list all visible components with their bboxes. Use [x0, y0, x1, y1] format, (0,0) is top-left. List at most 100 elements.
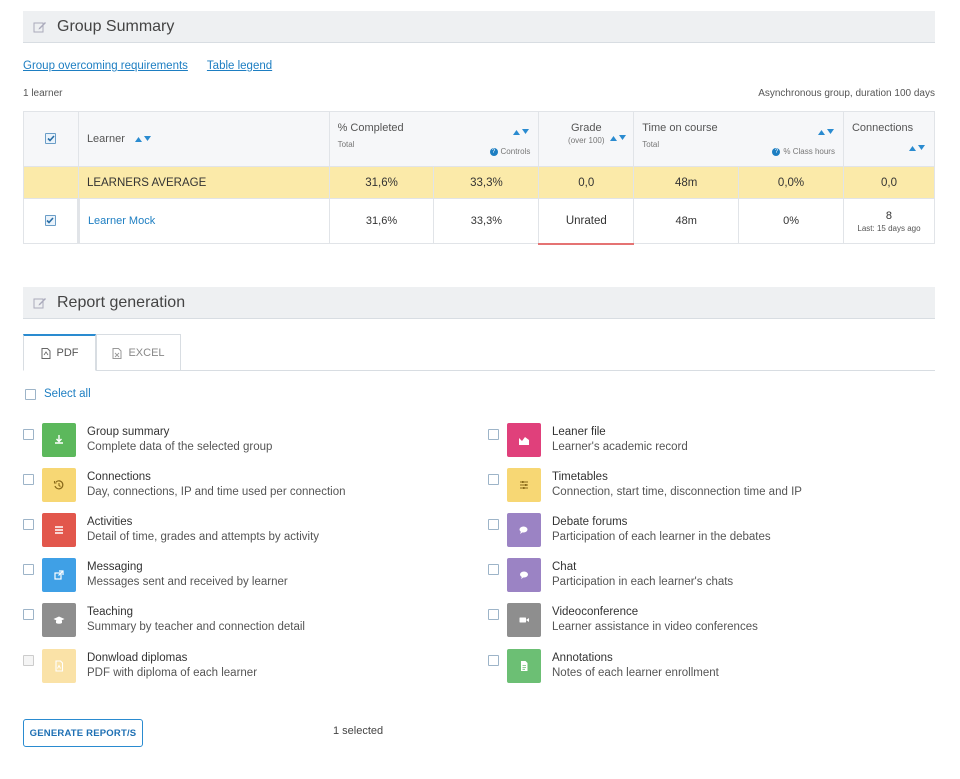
list-item[interactable]: Teaching Summary by teacher and connectio… — [23, 603, 305, 637]
report-checkbox[interactable] — [23, 609, 34, 620]
sort-icon[interactable] — [908, 144, 926, 152]
average-row: LEARNERS AVERAGE 31,6% 33,3% 0,0 48m 0,0… — [23, 166, 936, 199]
table-row: Learner Mock 31,6% 33,3% Unrated 48m 0% … — [23, 198, 936, 245]
sort-icon[interactable] — [609, 134, 627, 142]
report-checkbox[interactable] — [23, 474, 34, 485]
report-checkbox[interactable] — [488, 655, 499, 666]
chat-icon — [520, 571, 528, 579]
tab-pdf[interactable]: PDF — [23, 334, 96, 371]
learner-select-cell — [23, 198, 79, 244]
report-checkbox[interactable] — [23, 655, 34, 666]
report-checkbox[interactable] — [488, 609, 499, 620]
select-all-reports[interactable]: Select all — [25, 388, 91, 400]
list-item[interactable]: Messaging Messages sent and received by l… — [23, 558, 288, 592]
report-description: Notes of each learner enrollment — [552, 667, 719, 679]
average-select-cell — [23, 166, 79, 199]
list-item[interactable]: Debate forums Participation of each learn… — [488, 513, 771, 547]
select-all-learners-checkbox[interactable] — [45, 133, 57, 144]
help-icon[interactable]: ? — [772, 147, 781, 156]
sort-icon[interactable] — [134, 135, 152, 143]
list-item[interactable]: Annotations Notes of each learner enrollm… — [488, 649, 719, 683]
report-title: Videoconference — [552, 606, 639, 618]
report-text: Activities Detail of time, grades and att… — [87, 515, 319, 545]
tab-pdf-label: PDF — [56, 347, 79, 359]
report-checkbox[interactable] — [23, 564, 34, 575]
download-icon — [55, 435, 63, 444]
report-text: Teaching Summary by teacher and connectio… — [87, 605, 305, 635]
report-badge — [507, 603, 541, 637]
report-badge — [42, 558, 76, 592]
pdf-file-icon — [55, 660, 64, 672]
completed-header[interactable]: % Completed Total ? Controls — [328, 111, 540, 167]
list-item[interactable]: Connections Day, connections, IP and time… — [23, 468, 345, 502]
list-item[interactable]: Group summary Complete data of the select… — [23, 423, 272, 457]
report-checkbox[interactable] — [23, 519, 34, 530]
report-title: Timetables — [552, 471, 608, 483]
video-camera-icon — [519, 617, 529, 623]
group-summary-title: Group Summary — [57, 17, 175, 35]
report-description: Learner's academic record — [552, 441, 688, 453]
completed-header-label: % Completed — [337, 122, 404, 134]
selected-count: 1 selected — [333, 725, 384, 737]
connections-header[interactable]: Connections — [842, 111, 936, 167]
list-item[interactable]: Leaner file Learner's academic record — [488, 423, 688, 457]
learner-header[interactable]: Learner — [77, 111, 330, 167]
report-text: Donwload diplomas PDF with diploma of eac… — [87, 651, 257, 681]
learner-time-class: 0% — [738, 198, 844, 244]
area-chart-icon — [519, 437, 529, 445]
report-title: Connections — [87, 471, 151, 483]
learner-connections-cell: 8 Last: 15 days ago — [842, 198, 936, 244]
report-description: Messages sent and received by learner — [87, 576, 288, 588]
report-description: Participation of each learner in the deb… — [552, 531, 771, 543]
report-generation-header: Report generation — [23, 287, 935, 319]
tab-excel-label: EXCEL — [128, 347, 165, 359]
summary-links: Group overcoming requirements Table lege… — [23, 60, 288, 72]
report-title: Chat — [552, 561, 577, 573]
group-requirements-link[interactable]: Group overcoming requirements — [23, 60, 188, 72]
select-all-learners-cell — [23, 111, 79, 167]
report-badge — [42, 603, 76, 637]
report-checkbox[interactable] — [488, 474, 499, 485]
average-grade: 0,0 — [538, 166, 635, 199]
report-checkbox[interactable] — [488, 564, 499, 575]
group-summary-header: Group Summary — [23, 11, 935, 43]
tab-excel[interactable]: EXCEL — [96, 334, 181, 371]
learner-name-link[interactable]: Learner Mock — [76, 198, 330, 244]
generate-reports-button[interactable]: GENERATE REPORT/S — [23, 719, 143, 747]
learner-time-total: 48m — [633, 198, 740, 244]
report-checkbox[interactable] — [23, 429, 34, 440]
learner-grade: Unrated — [538, 198, 635, 245]
report-badge — [42, 468, 76, 502]
sort-icon[interactable] — [817, 128, 835, 136]
list-item[interactable]: Donwload diplomas PDF with diploma of eac… — [23, 649, 257, 683]
list-item[interactable]: Videoconference Learner assistance in vid… — [488, 603, 758, 637]
report-text: Timetables Connection, start time, discon… — [552, 470, 802, 500]
report-text: Group summary Complete data of the select… — [87, 425, 272, 455]
list-icon — [55, 526, 63, 534]
learners-table: Learner % Completed Total ? Controls Grad… — [23, 111, 936, 245]
table-legend-link[interactable]: Table legend — [207, 60, 272, 72]
report-title: Teaching — [87, 606, 134, 618]
report-description: Complete data of the selected group — [87, 441, 273, 453]
grade-header-label: Grade — [571, 122, 602, 134]
list-item[interactable]: Timetables Connection, start time, discon… — [488, 468, 802, 502]
report-checkbox[interactable] — [488, 519, 499, 530]
grade-header[interactable]: Grade (over 100) — [538, 111, 635, 167]
time-header[interactable]: Time on course Total ?% Class hours — [633, 111, 844, 167]
report-title: Annotations — [552, 652, 613, 664]
report-badge — [507, 423, 541, 457]
report-badge — [507, 558, 541, 592]
average-completed-controls: 33,3% — [433, 166, 540, 199]
comments-icon — [519, 526, 528, 534]
report-description: Summary by teacher and connection detail — [87, 621, 305, 633]
list-item[interactable]: Activities Detail of time, grades and att… — [23, 513, 319, 547]
sort-icon[interactable] — [512, 128, 530, 136]
history-icon — [53, 480, 64, 490]
external-link-icon — [54, 570, 64, 580]
learner-checkbox[interactable] — [44, 215, 56, 226]
select-all-checkbox[interactable] — [25, 388, 36, 400]
report-description: Participation in each learner's chats — [552, 576, 734, 588]
help-icon[interactable]: ? — [489, 147, 498, 156]
report-checkbox[interactable] — [488, 429, 499, 440]
list-item[interactable]: Chat Participation in each learner's chat… — [488, 558, 734, 592]
